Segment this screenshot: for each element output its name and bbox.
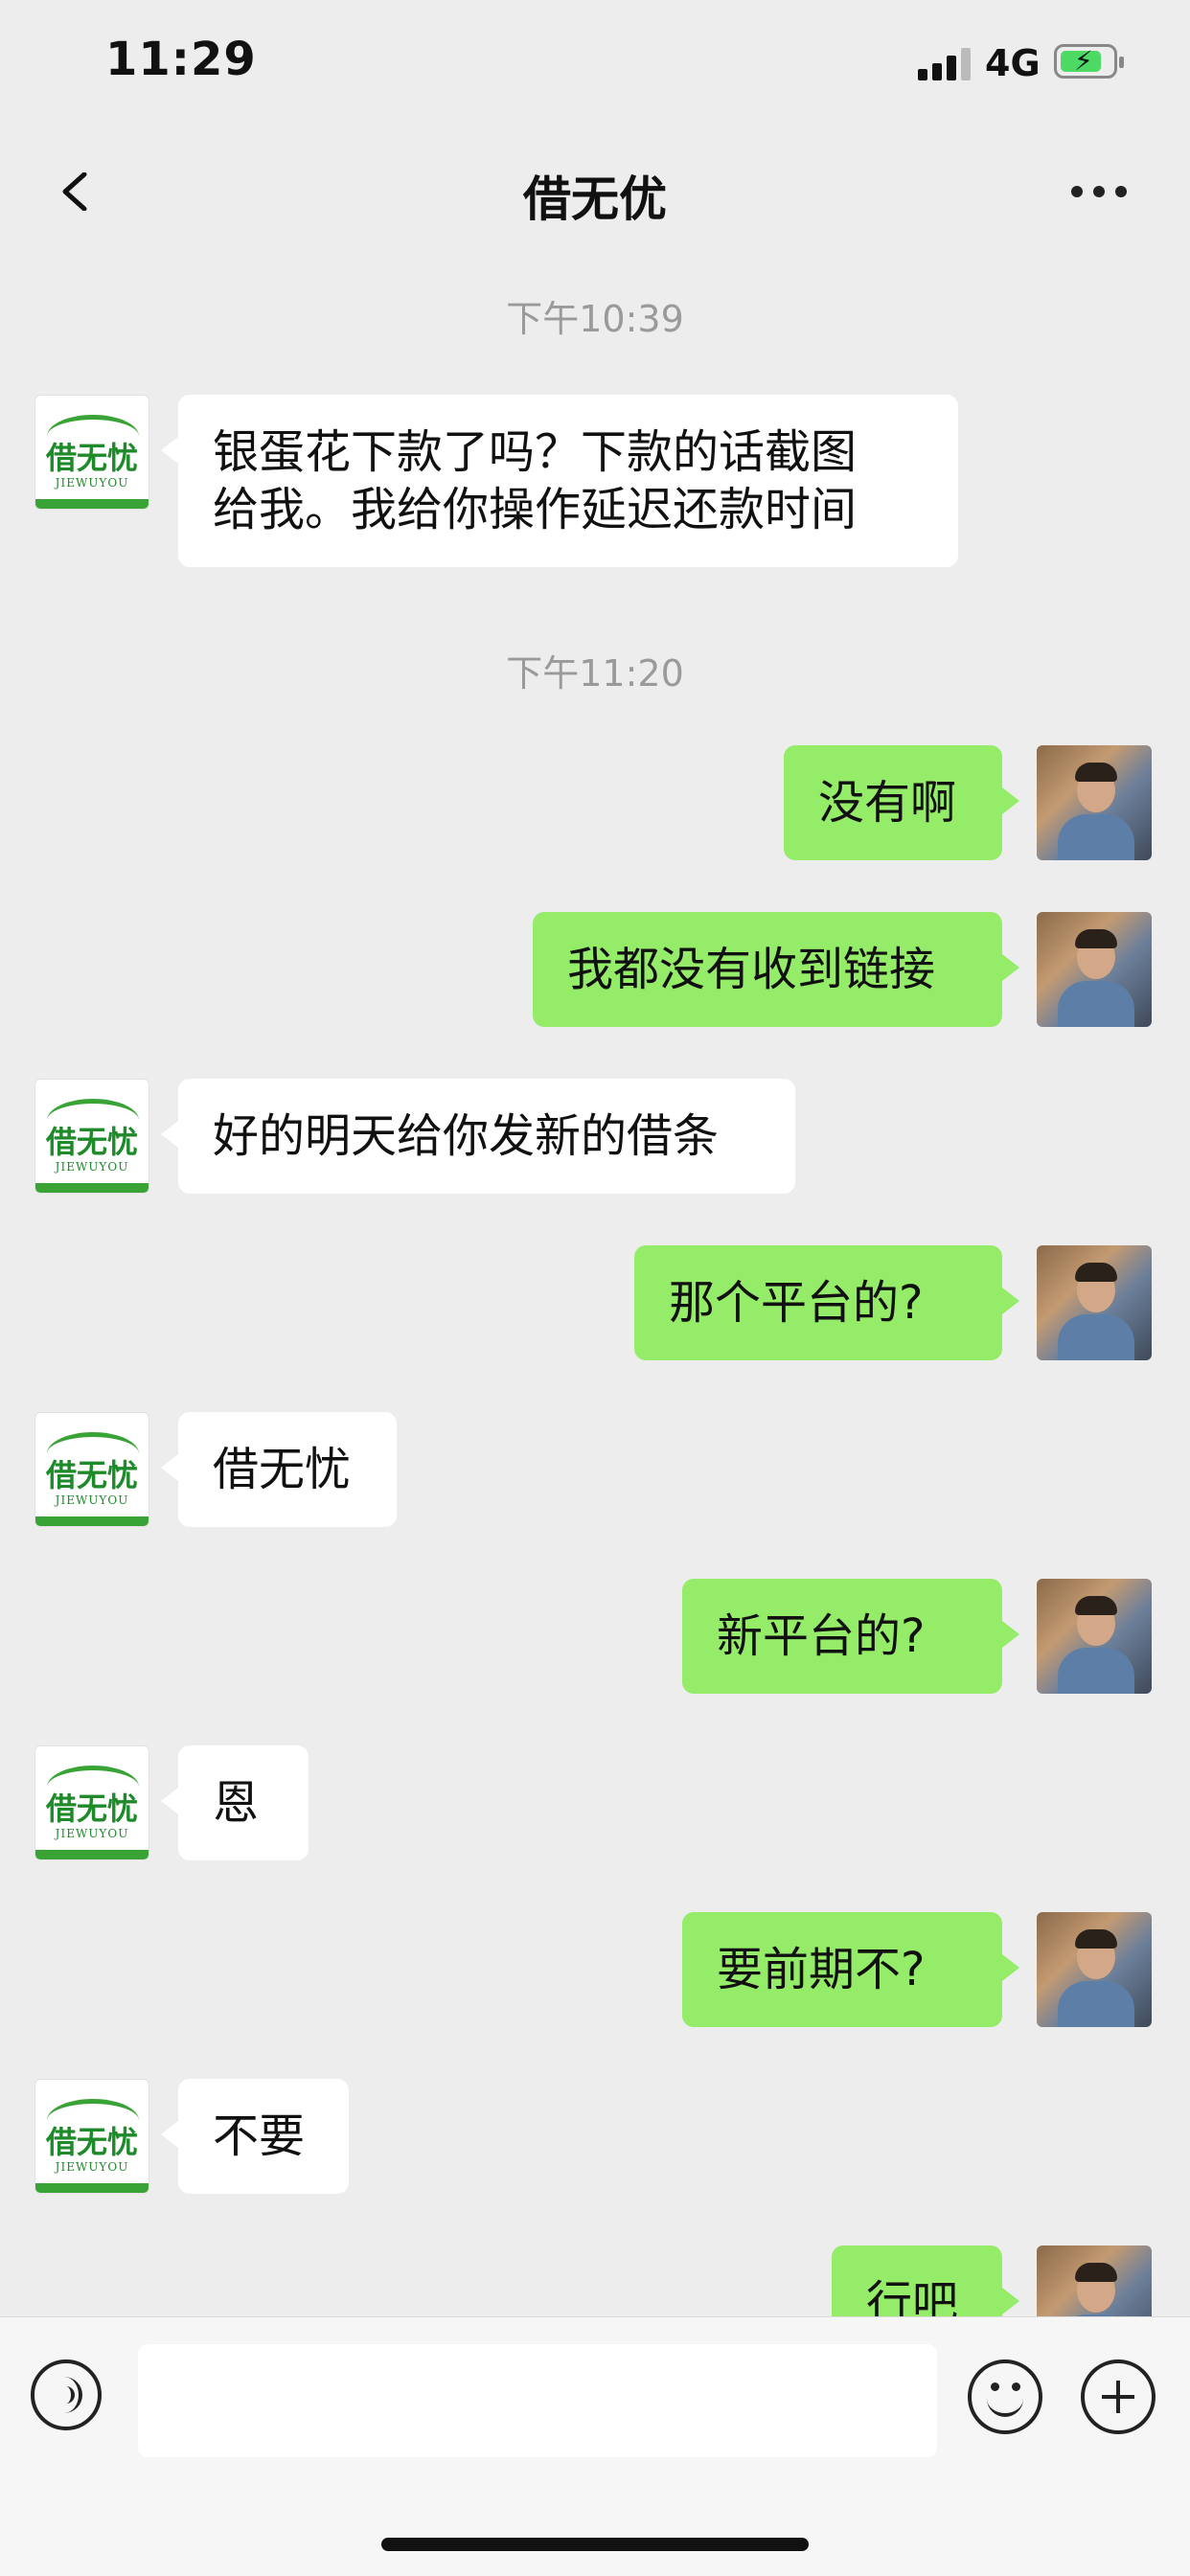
- message-bubble-outgoing[interactable]: 新平台的?: [682, 1579, 1019, 1694]
- user-avatar[interactable]: [1037, 912, 1152, 1027]
- user-avatar[interactable]: [1037, 2245, 1152, 2316]
- message-bubble-incoming[interactable]: 不要: [161, 2079, 349, 2194]
- network-label: 4G: [985, 42, 1041, 84]
- status-time: 11:29: [105, 33, 257, 86]
- message-bubble-incoming[interactable]: 借无忧: [161, 1412, 397, 1527]
- message-bubble-outgoing[interactable]: 那个平台的?: [634, 1245, 1019, 1360]
- home-indicator: [381, 2538, 809, 2551]
- battery-icon: ⚡: [1054, 44, 1124, 79]
- user-avatar[interactable]: [1037, 1579, 1152, 1694]
- message-bubble-incoming[interactable]: 好的明天给你发新的借条: [161, 1079, 795, 1194]
- emoji-icon[interactable]: [968, 2359, 1042, 2434]
- message-list[interactable]: 下午10:39 借无忧 JIEWUYOU 银蛋花下款了吗？下款的话截图 给我。我给…: [0, 278, 1190, 2316]
- message-bubble-outgoing[interactable]: 没有啊: [784, 745, 1019, 860]
- contact-avatar[interactable]: 借无忧 JIEWUYOU: [34, 2079, 149, 2194]
- user-avatar[interactable]: [1037, 1245, 1152, 1360]
- contact-avatar[interactable]: 借无忧 JIEWUYOU: [34, 395, 149, 510]
- chat-header: 借无优: [0, 134, 1190, 249]
- contact-avatar[interactable]: 借无忧 JIEWUYOU: [34, 1745, 149, 1860]
- message-bubble-outgoing[interactable]: 我都没有收到链接: [533, 912, 1019, 1027]
- timestamp: 下午11:20: [506, 652, 684, 695]
- message-bubble-incoming[interactable]: 银蛋花下款了吗？下款的话截图 给我。我给你操作延迟还款时间: [161, 395, 958, 567]
- timestamp: 下午10:39: [506, 298, 684, 340]
- voice-icon[interactable]: [31, 2359, 102, 2430]
- message-bubble-outgoing[interactable]: 行吧: [832, 2245, 1019, 2316]
- signal-icon: [918, 48, 972, 80]
- message-bubble-outgoing[interactable]: 要前期不?: [682, 1912, 1019, 2027]
- contact-avatar[interactable]: 借无忧 JIEWUYOU: [34, 1079, 149, 1194]
- message-input[interactable]: [138, 2344, 937, 2457]
- chat-title: 借无优: [523, 171, 667, 227]
- status-bar: 11:29 4G ⚡: [0, 0, 1190, 134]
- user-avatar[interactable]: [1037, 1912, 1152, 2027]
- message-bubble-incoming[interactable]: 恩: [161, 1745, 309, 1860]
- more-dots-icon[interactable]: [1071, 186, 1127, 197]
- user-avatar[interactable]: [1037, 745, 1152, 860]
- contact-avatar[interactable]: 借无忧 JIEWUYOU: [34, 1412, 149, 1527]
- plus-icon[interactable]: [1081, 2359, 1156, 2434]
- input-bar: [0, 2316, 1190, 2576]
